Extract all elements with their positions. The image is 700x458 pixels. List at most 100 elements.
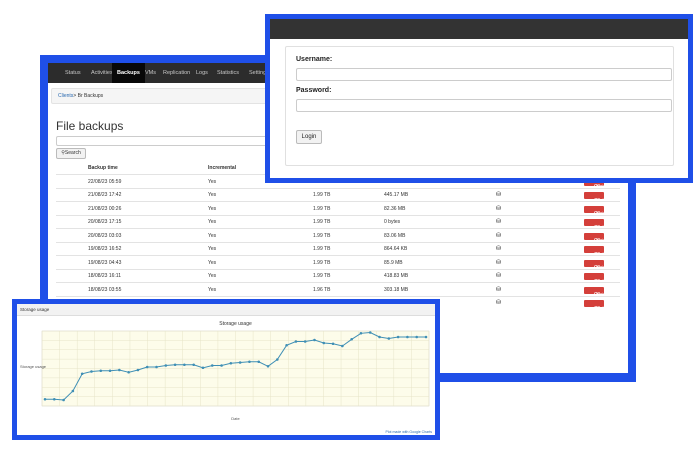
- row-delta: 303.18 MB: [384, 286, 409, 293]
- nav-statistics[interactable]: Statistics: [212, 63, 244, 83]
- y-axis-label: Storage usage: [20, 364, 47, 369]
- search-button-label: Search: [64, 150, 81, 156]
- data-point: [285, 343, 288, 347]
- data-point: [238, 361, 242, 364]
- storage-usage-chart: Storage usage Date Storage usage Plot made …: [20, 321, 433, 434]
- row-size: 1.99 TB: [313, 273, 331, 279]
- data-point: [331, 342, 335, 346]
- row-incremental: Yes: [208, 219, 217, 225]
- table-row: 21/08/23 17:42 Yes 1.99 TB 445.17 MB ⛁ ⌫ Dele…: [56, 187, 620, 202]
- data-point: [118, 368, 121, 372]
- breadcrumb-current: > Br Backups: [73, 93, 104, 99]
- delete-button[interactable]: ⌫ Delete: [584, 232, 606, 242]
- download-icon[interactable]: ⛁: [496, 233, 501, 239]
- data-point: [210, 364, 214, 367]
- data-point: [108, 369, 112, 373]
- page-title: File backups: [56, 119, 124, 133]
- row-backup-time: 19/08/23 04:43: [88, 259, 122, 266]
- row-delta: 418.83 MB: [384, 273, 409, 279]
- username-field[interactable]: [296, 68, 672, 81]
- nav-status[interactable]: Status: [60, 63, 86, 83]
- row-size: 1.99 TB: [313, 205, 331, 212]
- data-point: [378, 335, 381, 339]
- search-button[interactable]: ⚲Search: [56, 148, 86, 159]
- row-size: 1.96 TB: [313, 286, 331, 293]
- col-incremental: Incremental: [208, 165, 237, 171]
- download-icon[interactable]: ⛁: [496, 219, 501, 225]
- delete-button[interactable]: ⌫ Delete: [584, 286, 606, 296]
- data-point: [350, 337, 353, 341]
- storage-chart-frame: Storage usage Storage usage Date Storage u…: [12, 299, 440, 440]
- x-axis-label: Date: [231, 416, 240, 421]
- data-point: [136, 368, 140, 372]
- login-button[interactable]: Login: [296, 130, 322, 144]
- row-delta: 445.17 MB: [384, 192, 409, 198]
- data-point: [248, 360, 251, 364]
- username-label: Username:: [296, 56, 333, 63]
- data-point: [220, 364, 223, 367]
- breadcrumb-clients-link[interactable]: Clients: [58, 93, 73, 99]
- delete-button[interactable]: ⌫ Delete: [584, 219, 606, 229]
- download-icon[interactable]: ⛁: [496, 300, 501, 306]
- row-incremental: Yes: [208, 273, 217, 279]
- row-backup-time: 22/08/23 05:59: [88, 178, 122, 185]
- row-delta: 82.36 MB: [384, 205, 406, 212]
- delete-button[interactable]: ⌫ Delete: [584, 300, 606, 310]
- row-incremental: Yes: [208, 192, 217, 198]
- table-row: 19/08/23 16:52 Yes 1.99 TB 864.64 KB ⛁ ⌫ Dele…: [56, 241, 620, 256]
- data-point: [71, 389, 75, 393]
- row-backup-time: 18/08/23 03:55: [88, 286, 122, 293]
- nav-logs[interactable]: Logs: [191, 63, 213, 83]
- data-point: [62, 398, 65, 402]
- row-backup-time: 20/08/23 03:03: [88, 232, 122, 239]
- delete-button[interactable]: ⌫ Delete: [584, 192, 606, 202]
- row-incremental: Yes: [208, 205, 217, 212]
- data-point: [396, 335, 400, 339]
- row-backup-time: 21/08/23 00:26: [88, 205, 122, 212]
- delete-button[interactable]: ⌫ Delete: [584, 273, 606, 283]
- row-incremental: Yes: [208, 259, 217, 266]
- row-backup-time: 21/08/23 17:42: [88, 192, 122, 198]
- password-field[interactable]: [296, 99, 672, 112]
- download-icon[interactable]: ⛁: [496, 246, 501, 252]
- data-point: [341, 344, 344, 348]
- table-row: 20/08/23 03:03 Yes 1.99 TB 83.06 MB ⛁ ⌫ Delet…: [56, 228, 620, 242]
- nav-replication[interactable]: Replication: [158, 63, 195, 83]
- data-point: [192, 363, 195, 367]
- data-point: [359, 331, 363, 335]
- password-label: Password:: [296, 87, 332, 94]
- data-point: [276, 358, 279, 361]
- data-point: [303, 340, 307, 343]
- table-row: 19/08/23 04:43 Yes 1.99 TB 85.9 MB ⛁ ⌫ Delete: [56, 255, 620, 269]
- row-delta: 83.06 MB: [384, 232, 406, 239]
- delete-button[interactable]: ⌫ Delete: [584, 205, 606, 215]
- download-icon[interactable]: ⛁: [496, 273, 501, 279]
- delete-button[interactable]: ⌫ Delete: [584, 259, 606, 269]
- download-icon[interactable]: ⛁: [496, 192, 501, 198]
- data-point: [322, 341, 326, 345]
- data-point: [201, 366, 205, 370]
- download-icon[interactable]: ⛁: [496, 287, 501, 293]
- row-delta: 0 bytes: [384, 219, 401, 225]
- row-backup-time: 19/08/23 16:52: [88, 246, 122, 252]
- data-point: [406, 335, 409, 339]
- table-row: 21/08/23 00:26 Yes 1.99 TB 82.36 MB ⛁ ⌫ Delet…: [56, 201, 620, 215]
- chart-panel-header: Storage usage: [17, 304, 435, 316]
- data-point: [183, 363, 186, 367]
- data-point: [415, 335, 419, 339]
- row-backup-time: 20/08/23 17:15: [88, 219, 122, 225]
- download-icon[interactable]: ⛁: [496, 206, 501, 212]
- download-icon[interactable]: ⛁: [496, 260, 501, 266]
- delete-button[interactable]: ⌫ Delete: [584, 246, 606, 256]
- data-point: [145, 365, 149, 369]
- row-delta: 864.64 KB: [384, 246, 408, 252]
- row-size: 1.99 TB: [313, 232, 331, 239]
- data-point: [155, 365, 158, 369]
- storage-chart-window: Storage usage Storage usage Date Storage u…: [17, 304, 435, 435]
- data-point: [229, 361, 233, 365]
- table-row: 20/08/23 17:15 Yes 1.99 TB 0 bytes ⛁ ⌫ Delete: [56, 214, 620, 229]
- chart-footer: Plot made with Google Charts: [386, 430, 433, 434]
- row-backup-time: 18/08/23 16:11: [88, 273, 121, 279]
- data-point: [368, 331, 372, 334]
- data-point: [127, 370, 130, 374]
